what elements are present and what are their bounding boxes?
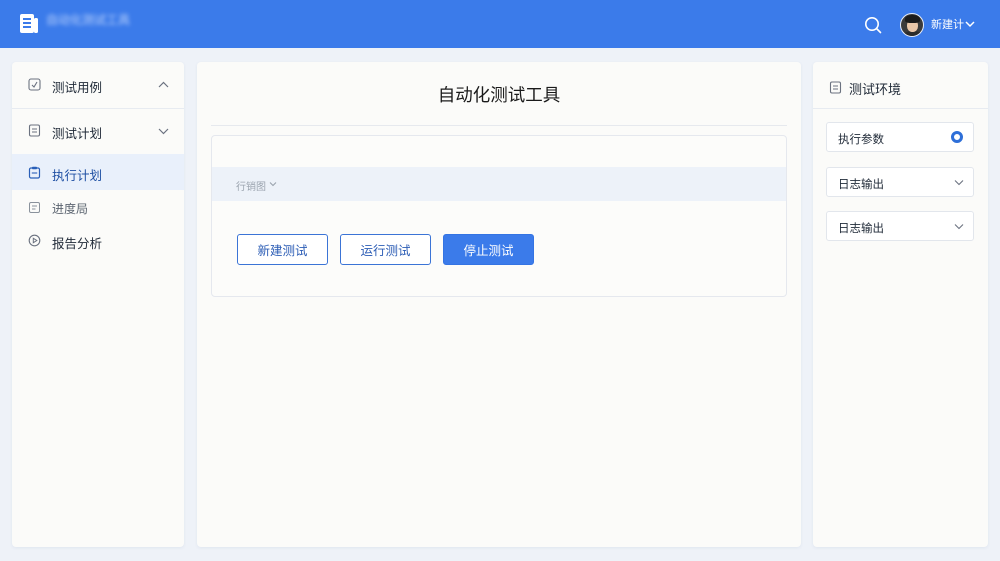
sidebar-item-label: 进度局	[52, 202, 89, 216]
clipboard-icon	[28, 166, 41, 179]
log-output-select[interactable]: 日志输出	[826, 167, 974, 197]
avatar[interactable]	[900, 13, 924, 37]
panel-title: 测试环境	[849, 83, 902, 98]
divider	[813, 108, 988, 109]
divider	[211, 125, 787, 126]
filter-bar: 行销图	[212, 167, 786, 201]
sidebar-item-label: 执行计划	[52, 168, 103, 183]
chevron-down-icon[interactable]	[269, 181, 277, 187]
sidebar-item-test-cases[interactable]: 测试用例	[12, 62, 184, 108]
sidebar-item-execution-plan[interactable]: 执行计划	[12, 154, 184, 190]
field-label: 执行参数	[838, 132, 884, 146]
test-control-card: 行销图 新建测试 运行测试 停止测试	[211, 135, 787, 297]
search-icon[interactable]	[864, 16, 882, 34]
list-doc-icon	[29, 202, 40, 213]
stop-test-button[interactable]: 停止测试	[443, 234, 534, 265]
sidebar-item-label: 报告分析	[52, 236, 103, 251]
filter-dropdown-label[interactable]: 行销图	[236, 178, 266, 193]
radio-button[interactable]	[951, 131, 963, 143]
chevron-down-icon[interactable]	[954, 223, 964, 230]
field-label: 日志输出	[838, 221, 884, 235]
sidebar-item-report-analysis[interactable]: 报告分析	[12, 224, 184, 256]
main-content: 自动化测试工具 行销图 新建测试 运行测试 停止测试	[197, 62, 801, 547]
page-title: 自动化测试工具	[437, 86, 561, 106]
log-output-select-2[interactable]: 日志输出	[826, 211, 974, 241]
doc-icon	[28, 124, 41, 137]
circle-play-icon	[28, 234, 41, 247]
chevron-down-icon[interactable]	[954, 179, 964, 186]
chevron-down-icon[interactable]	[158, 127, 169, 135]
username[interactable]: 新建计	[931, 19, 964, 30]
document-logo-icon[interactable]	[19, 13, 39, 35]
chevron-up-icon[interactable]	[158, 81, 169, 89]
test-environment-panel: 测试环境 执行参数 日志输出 日志输出	[813, 62, 988, 547]
app-title: 自动化测试工具	[46, 13, 131, 27]
sidebar-item-test-plan[interactable]: 测试计划	[12, 109, 184, 154]
field-label: 日志输出	[838, 177, 884, 191]
sidebar: 测试用例 测试计划 执行计划 进度局 报告分析	[12, 62, 184, 547]
run-test-button[interactable]: 运行测试	[340, 234, 431, 265]
chevron-down-icon[interactable]	[965, 20, 975, 28]
new-test-button[interactable]: 新建测试	[237, 234, 328, 265]
sidebar-item-label: 测试用例	[52, 80, 103, 95]
top-header: 自动化测试工具 新建计	[0, 0, 1000, 48]
execution-params-field[interactable]: 执行参数	[826, 122, 974, 152]
sidebar-item-label: 测试计划	[52, 126, 103, 141]
doc-icon	[829, 81, 842, 94]
check-doc-icon	[28, 78, 41, 91]
sidebar-item-progress[interactable]: 进度局	[12, 192, 184, 224]
